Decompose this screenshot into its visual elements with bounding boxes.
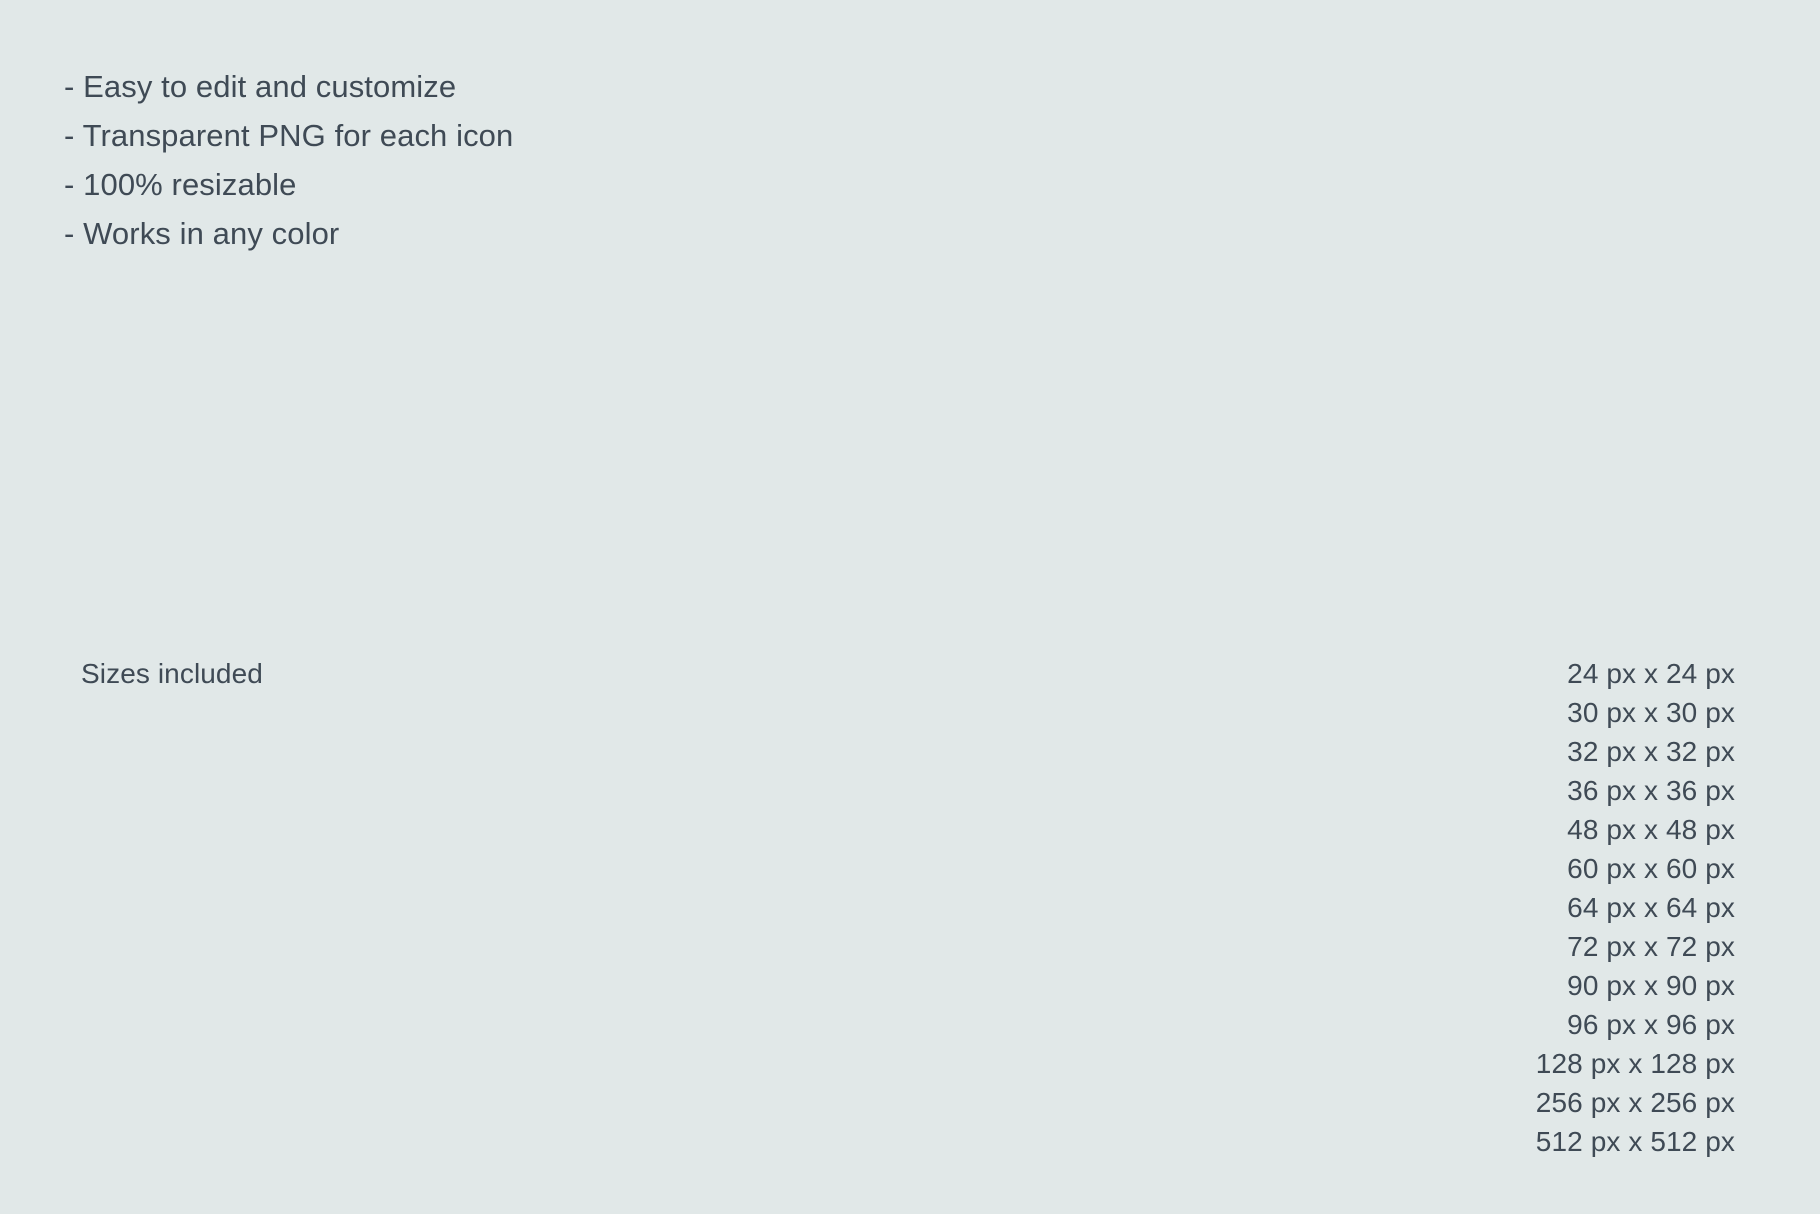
size-list-item: 96 px x 96 px [1567,1009,1735,1040]
feature-list-item: - Easy to edit and customize [64,69,457,104]
size-list-item: 128 px x 128 px [1535,1048,1735,1079]
product-info-slide: - Easy to edit and customize - Transpare… [0,0,1820,1214]
size-list-item: 36 px x 36 px [1567,775,1735,806]
sizes-list: 24 px x 24 px 30 px x 30 px 32 px x 32 p… [1536,654,1735,1161]
size-list-item: 60 px x 60 px [1567,853,1735,884]
feature-list-item: - Works in any color [64,216,340,251]
size-list-item: 256 px x 256 px [1535,1087,1735,1118]
feature-list-item: - Transparent PNG for each icon [64,118,514,153]
size-list-item: 30 px x 30 px [1567,697,1735,728]
feature-list-item: - 100% resizable [64,167,297,202]
sizes-included-label: Sizes included [81,658,263,689]
size-list-item: 90 px x 90 px [1567,970,1735,1001]
size-list-item: 32 px x 32 px [1567,736,1735,767]
size-list-item: 512 px x 512 px [1535,1126,1735,1157]
size-list-item: 72 px x 72 px [1567,931,1735,962]
feature-list: - Easy to edit and customize - Transpare… [64,62,513,258]
size-list-item: 48 px x 48 px [1567,814,1735,845]
size-list-item: 24 px x 24 px [1567,658,1735,689]
size-list-item: 64 px x 64 px [1567,892,1735,923]
